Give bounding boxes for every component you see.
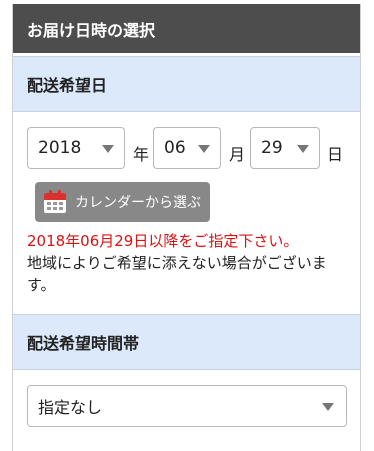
time-slot-select[interactable]: 指定なし xyxy=(27,385,347,427)
time-section-title: 配送希望時間帯 xyxy=(27,334,140,353)
panel-title: お届け日時の選択 xyxy=(13,4,360,53)
day-select-value: 29 xyxy=(261,138,283,158)
month-select-value: 06 xyxy=(164,138,186,158)
date-notice: 2018年06月29日以降をご指定下さい。 地域によりご希望に添えない場合がござ… xyxy=(27,230,352,296)
date-section-header: 配送希望日 xyxy=(13,56,360,112)
chevron-down-icon xyxy=(322,403,334,411)
month-select[interactable]: 06 xyxy=(153,127,221,169)
region-notice: 地域によりご希望に添えない場合がございます。 xyxy=(27,254,327,294)
earliest-date-notice: 2018年06月29日以降をご指定下さい。 xyxy=(27,232,299,250)
panel-title-text: お届け日時の選択 xyxy=(27,20,156,40)
calendar-button-label: カレンダーから選ぶ xyxy=(75,195,201,211)
time-section-header: 配送希望時間帯 xyxy=(13,314,360,370)
chevron-down-icon xyxy=(102,145,114,153)
year-unit: 年 xyxy=(133,145,150,164)
calendar-picker-button[interactable]: カレンダーから選ぶ xyxy=(35,182,210,222)
calendar-icon xyxy=(44,190,66,213)
day-select[interactable]: 29 xyxy=(250,127,320,169)
date-section-title: 配送希望日 xyxy=(27,76,108,95)
day-unit: 日 xyxy=(327,145,344,164)
month-unit: 月 xyxy=(229,145,246,164)
chevron-down-icon xyxy=(297,145,309,153)
year-select[interactable]: 2018 xyxy=(27,127,125,169)
year-select-value: 2018 xyxy=(38,138,82,158)
time-slot-value: 指定なし xyxy=(38,398,103,417)
delivery-datetime-panel: お届け日時の選択 配送希望日 2018 年 06 月 29 日 カレンダーから選… xyxy=(12,4,361,451)
chevron-down-icon xyxy=(198,145,210,153)
